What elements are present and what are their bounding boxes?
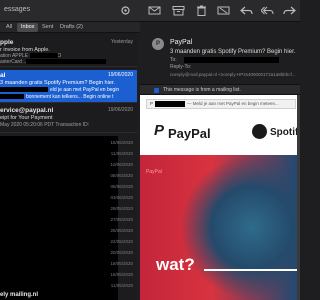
message-preview: May 2020 05:20:06 PDT Transaction ID: [0,122,90,128]
redaction [155,101,185,107]
gear-icon[interactable] [119,5,132,16]
list-item[interactable]: ervice@paypal.nl 19/06/2020 eipt for You… [0,105,137,133]
email-preheader: P — Meld je aan met PayPal en begin mete… [146,99,296,109]
tab-drafts[interactable]: Drafts (2) [56,23,87,32]
list-item[interactable]: al 19/06/2020 3 maanden gratis Spotify P… [0,70,137,103]
email-subject: 3 maanden gratis Spotify Premium? Begin … [170,49,296,55]
to-label: To: [170,57,177,63]
message-date: 22/05/2020 [110,239,133,244]
message-date: 03/06/2020 [110,195,133,200]
tab-sent[interactable]: Sent [38,23,57,32]
message-preview-line2: bonnement kan telkens... Begin online t [26,94,114,100]
reply-to-address: noreply@mail.paypal.nl <noreply-HP2s4000… [170,72,296,77]
email-body: P — Meld je aan met PayPal en begin mete… [140,95,300,300]
spotify-logo-text: Spotify [270,127,300,138]
redaction [0,94,24,99]
message-header: P PayPal 3 maanden gratis Spotify Premiu… [140,22,300,84]
message-date: 19/06/2020 [107,72,133,78]
tab-all[interactable]: All [2,23,16,32]
reply-to-label: Reply-To: [170,64,192,70]
window-title: essages [4,6,31,13]
redacted-messages [0,136,118,300]
message-preview-line2: asterCard ... [0,59,28,65]
archive-icon[interactable] [172,5,185,16]
junk-icon[interactable] [217,5,230,16]
hero-divider [204,269,300,271]
message-date: 29/05/2020 [110,206,133,211]
trash-icon[interactable] [195,5,208,16]
message-sender: al [0,72,6,79]
paypal-logo-text: PayPal [168,126,211,141]
hero-image[interactable]: PayPal wat? [140,155,300,300]
reading-pane: P PayPal 3 maanden gratis Spotify Premiu… [140,22,300,300]
spotify-logo-icon [252,124,267,139]
list-item[interactable]: pple Yesterday r invoice from Apple. ati… [0,37,137,67]
envelope-icon[interactable] [148,5,161,16]
message-date: 25/05/2020 [110,228,133,233]
message-sender: pple [0,39,14,46]
redaction [30,53,58,58]
message-sender: ely mailing.nl [0,292,39,298]
message-date: 08/06/2020 [110,173,133,178]
message-preview: eld je aan met PayPal en begin [50,87,120,93]
redaction [0,87,48,92]
message-date: 19/06/2020 [107,107,133,113]
scrollbar[interactable] [297,95,300,300]
brand-logos: P PayPal Spotify [140,110,300,155]
message-date: 11/06/2020 [110,151,133,156]
message-date: 27/05/2020 [110,217,133,222]
message-list: pple Yesterday r invoice from Apple. ati… [0,33,137,300]
message-sender: ervice@paypal.nl [0,107,54,114]
message-date: 15/06/2020 [110,140,133,145]
mailing-list-notice: This message is from a mailing list. [163,87,241,93]
redaction [184,57,279,63]
mailing-list-banner: This message is from a mailing list. [140,84,300,95]
hero-face-image [180,155,300,300]
sender-name[interactable]: PayPal [170,39,192,46]
redaction [26,59,106,64]
hero-headline: wat? [156,255,195,274]
preheader-text: — Meld je aan met PayPal en begin meteen… [187,101,279,106]
preheader-prefix: P [150,101,154,106]
message-subject: eipt for Your Payment [0,115,53,121]
mailbox-tabs: All Inbox Sent Drafts (2) [0,22,140,33]
toolbar: essages [0,0,300,22]
reply-all-icon[interactable] [261,5,274,16]
info-icon [154,88,159,93]
avatar: P [152,38,164,50]
message-date: 20/05/2020 [110,250,133,255]
reply-icon[interactable] [240,5,253,16]
message-date: 05/06/2020 [110,184,133,189]
message-date: 11/05/2020 [110,283,133,288]
message-date: 10/06/2020 [110,162,133,167]
message-date: Yesterday [110,39,133,45]
message-subject: 3 maanden gratis Spotify Premium? Begin … [0,80,115,86]
message-date: 15/05/2020 [110,272,133,277]
tab-inbox[interactable]: Inbox [17,23,39,32]
hero-tag: PayPal [146,169,162,175]
forward-icon[interactable] [283,5,296,16]
message-date: 18/05/2020 [110,261,133,266]
paypal-logo-icon: P [154,122,165,139]
